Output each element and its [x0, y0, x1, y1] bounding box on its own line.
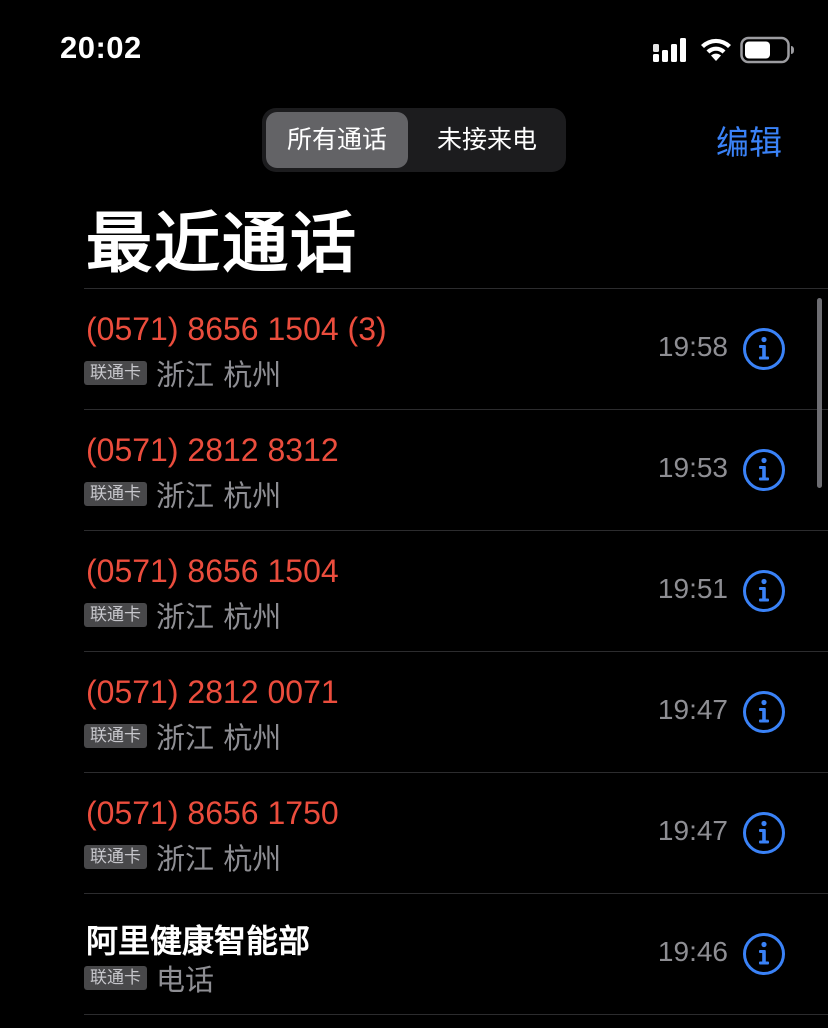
edit-button[interactable]: 编辑	[716, 116, 782, 164]
call-time: 19:51	[657, 573, 728, 604]
call-location: 浙江 杭州	[156, 358, 282, 392]
call-row-1[interactable]: (0571) 8656 1504 (3) 联通卡 浙江 杭州 19:58	[84, 289, 828, 410]
call-time: 19:47	[657, 694, 728, 725]
recent-calls-list: (0571) 8656 1504 (3) 联通卡 浙江 杭州 19:58 (05…	[84, 288, 828, 1015]
call-subtitle: 联通卡 电话	[84, 960, 215, 997]
call-subtitle: 联通卡 浙江 杭州	[84, 597, 282, 634]
caller-name: (0571) 8656 1504 (3)	[86, 311, 387, 347]
call-time: 19:53	[657, 452, 728, 483]
segment-missed-calls[interactable]: 未接来电	[412, 112, 562, 168]
call-time: 19:46	[657, 936, 728, 967]
sim-card-badge: 联通卡	[84, 361, 147, 385]
caller-name: (0571) 2812 8312	[86, 432, 339, 468]
caller-name: (0571) 8656 1504	[86, 553, 339, 589]
sim-card-badge: 联通卡	[84, 603, 147, 627]
call-location: 浙江 杭州	[156, 842, 282, 876]
sim-card-badge: 联通卡	[84, 482, 147, 506]
battery-icon	[740, 36, 794, 64]
info-icon[interactable]	[742, 448, 786, 492]
sim-card-badge: 联通卡	[84, 966, 147, 990]
call-row-3[interactable]: (0571) 8656 1504 联通卡 浙江 杭州 19:51	[84, 531, 828, 652]
wifi-icon	[701, 38, 731, 61]
call-location: 浙江 杭州	[156, 721, 282, 755]
info-icon[interactable]	[742, 932, 786, 976]
cellular-signal-icon	[653, 38, 686, 62]
call-subtitle: 联通卡 浙江 杭州	[84, 355, 282, 392]
status-time: 20:02	[60, 30, 142, 65]
info-icon[interactable]	[742, 569, 786, 613]
call-subtitle: 联通卡 浙江 杭州	[84, 476, 282, 513]
caller-name: (0571) 2812 0071	[86, 674, 339, 710]
call-subtitle: 联通卡 浙江 杭州	[84, 839, 282, 876]
call-location: 电话	[156, 963, 215, 997]
call-row-4[interactable]: (0571) 2812 0071 联通卡 浙江 杭州 19:47	[84, 652, 828, 773]
call-filter-segmented-control: 所有通话 未接来电	[262, 108, 566, 172]
sim-card-badge: 联通卡	[84, 724, 147, 748]
caller-name: 阿里健康智能部	[86, 922, 311, 960]
call-location: 浙江 杭州	[156, 600, 282, 634]
call-row-6[interactable]: 阿里健康智能部 联通卡 电话 19:46	[84, 894, 828, 1015]
sim-card-badge: 联通卡	[84, 845, 147, 869]
call-time: 19:58	[657, 331, 728, 362]
caller-name: (0571) 8656 1750	[86, 795, 339, 831]
call-subtitle: 联通卡 浙江 杭州	[84, 718, 282, 755]
info-icon[interactable]	[742, 690, 786, 734]
status-bar: 20:02	[0, 0, 828, 100]
page-title: 最近通话	[86, 205, 358, 282]
call-row-5[interactable]: (0571) 8656 1750 联通卡 浙江 杭州 19:47	[84, 773, 828, 894]
call-location: 浙江 杭州	[156, 479, 282, 513]
info-icon[interactable]	[742, 327, 786, 371]
call-time: 19:47	[657, 815, 728, 846]
scroll-indicator[interactable]	[817, 298, 822, 488]
info-icon[interactable]	[742, 811, 786, 855]
call-row-2[interactable]: (0571) 2812 8312 联通卡 浙江 杭州 19:53	[84, 410, 828, 531]
segment-all-calls[interactable]: 所有通话	[266, 112, 408, 168]
